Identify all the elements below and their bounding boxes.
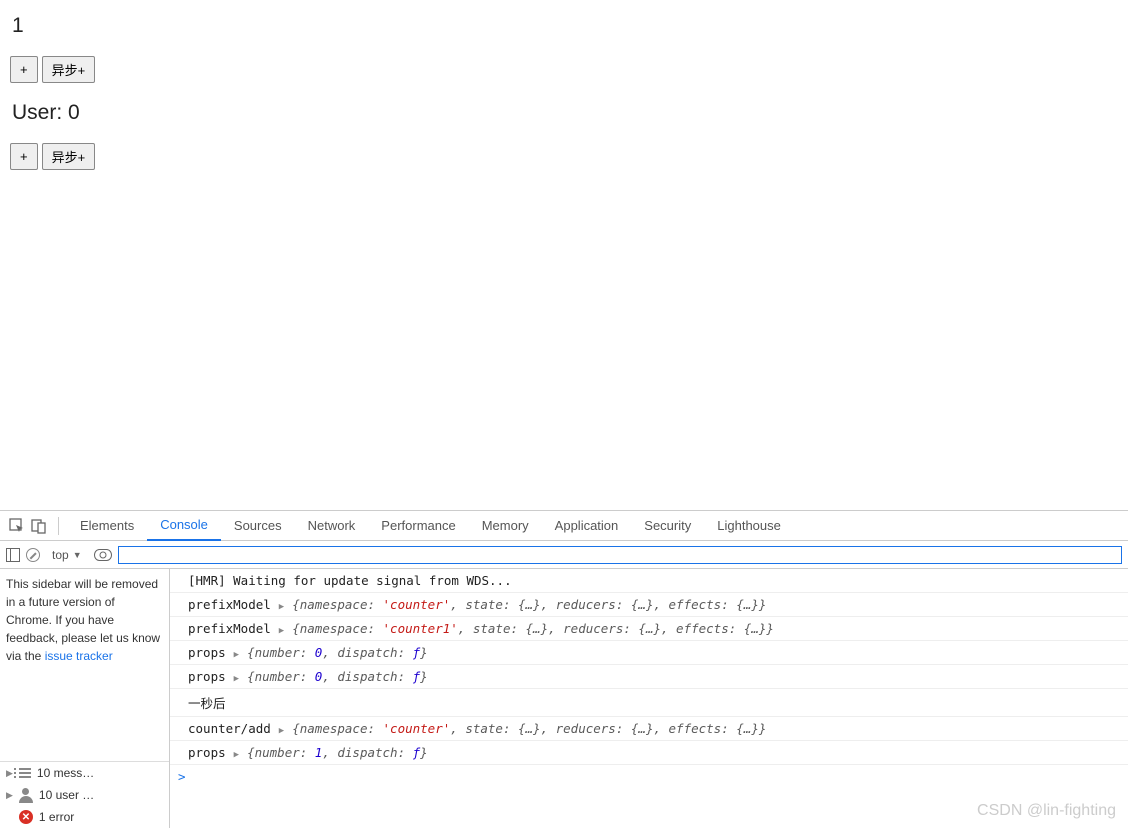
console-log-label: prefixModel — [188, 621, 271, 636]
error-icon: ✕ — [19, 810, 33, 824]
console-text: 一秒后 — [188, 693, 226, 712]
counter-buttons: + 异步+ — [10, 56, 1118, 83]
expand-icon: ▶ — [6, 768, 13, 779]
context-label: top — [52, 548, 69, 562]
user-inc-button[interactable]: + — [10, 143, 38, 170]
count-user[interactable]: ▶ 10 user … — [0, 784, 169, 806]
toggle-sidebar-icon[interactable] — [6, 548, 20, 562]
console-row[interactable]: props ▶ {number: 0, dispatch: ƒ} — [170, 641, 1128, 665]
devtools-panel: Elements Console Sources Network Perform… — [0, 510, 1128, 828]
tab-elements[interactable]: Elements — [67, 511, 147, 541]
object-preview[interactable]: {namespace: 'counter', state: {…}, reduc… — [292, 721, 766, 736]
expand-object-icon[interactable]: ▶ — [279, 726, 284, 736]
console-log-label: counter/add — [188, 721, 271, 736]
object-preview[interactable]: {namespace: 'counter', state: {…}, reduc… — [292, 597, 766, 612]
console-row[interactable]: prefixModel ▶ {namespace: 'counter1', stat… — [170, 617, 1128, 641]
console-body: This sidebar will be removed in a future… — [0, 569, 1128, 828]
count-messages[interactable]: ▶ 10 mess… — [0, 762, 169, 784]
object-preview[interactable]: {number: 0, dispatch: ƒ} — [247, 669, 428, 684]
chevron-down-icon: ▼ — [73, 550, 82, 560]
tab-console[interactable]: Console — [147, 511, 221, 541]
expand-object-icon[interactable]: ▶ — [234, 750, 239, 760]
console-row[interactable]: 一秒后 — [170, 689, 1128, 717]
counter-async-inc-button[interactable]: 异步+ — [42, 56, 96, 83]
console-text: [HMR] Waiting for update signal from WDS… — [188, 573, 512, 588]
user-async-inc-button[interactable]: 异步+ — [42, 143, 96, 170]
sidebar-notice: This sidebar will be removed in a future… — [0, 569, 169, 761]
context-selector[interactable]: top ▼ — [52, 548, 82, 562]
sidebar-counts: ▶ 10 mess… ▶ 10 user … ▶ ✕ 1 error — [0, 761, 169, 828]
user-messages-icon — [19, 788, 33, 802]
console-row[interactable]: props ▶ {number: 1, dispatch: ƒ} — [170, 741, 1128, 765]
object-preview[interactable]: {number: 1, dispatch: ƒ} — [247, 745, 428, 760]
expand-object-icon[interactable]: ▶ — [234, 650, 239, 660]
console-toolbar: top ▼ — [0, 541, 1128, 569]
counter-inc-button[interactable]: + — [10, 56, 38, 83]
devtools-tabs: Elements Console Sources Network Perform… — [0, 511, 1128, 541]
clear-console-icon[interactable] — [26, 548, 40, 562]
tab-memory[interactable]: Memory — [469, 511, 542, 541]
expand-object-icon[interactable]: ▶ — [234, 674, 239, 684]
console-filter-input[interactable] — [118, 546, 1122, 564]
tab-application[interactable]: Application — [542, 511, 632, 541]
console-sidebar: This sidebar will be removed in a future… — [0, 569, 170, 828]
messages-icon — [19, 768, 31, 778]
tab-lighthouse[interactable]: Lighthouse — [704, 511, 794, 541]
tab-performance[interactable]: Performance — [368, 511, 468, 541]
object-preview[interactable]: {number: 0, dispatch: ƒ} — [247, 645, 428, 660]
console-log-label: props — [188, 645, 226, 660]
console-output[interactable]: [HMR] Waiting for update signal from WDS… — [170, 569, 1128, 828]
console-row[interactable]: prefixModel ▶ {namespace: 'counter', state… — [170, 593, 1128, 617]
count-user-label: 10 user … — [39, 788, 94, 802]
counter-value: 1 — [12, 14, 1116, 38]
user-label-prefix: User: — [12, 101, 68, 124]
console-row[interactable]: counter/add ▶ {namespace: 'counter', state… — [170, 717, 1128, 741]
count-errors[interactable]: ▶ ✕ 1 error — [0, 806, 169, 828]
tab-network[interactable]: Network — [295, 511, 369, 541]
user-value: User: 0 — [12, 101, 1116, 125]
expand-icon: ▶ — [6, 790, 13, 801]
user-buttons: + 异步+ — [10, 143, 1118, 170]
issue-tracker-link[interactable]: issue tracker — [45, 649, 113, 663]
count-errors-label: 1 error — [39, 810, 74, 824]
live-expression-icon[interactable] — [94, 549, 112, 561]
console-log-label: props — [188, 669, 226, 684]
tab-sources[interactable]: Sources — [221, 511, 295, 541]
device-toggle-icon[interactable] — [28, 515, 50, 537]
expand-object-icon[interactable]: ▶ — [279, 626, 284, 636]
user-number: 0 — [68, 101, 80, 124]
count-messages-label: 10 mess… — [37, 766, 94, 780]
console-row[interactable]: [HMR] Waiting for update signal from WDS… — [170, 569, 1128, 593]
tab-separator — [58, 517, 59, 535]
inspect-icon[interactable] — [6, 515, 28, 537]
object-preview[interactable]: {namespace: 'counter1', state: {…}, redu… — [292, 621, 774, 636]
console-prompt[interactable]: > — [170, 765, 1128, 788]
console-log-label: props — [188, 745, 226, 760]
tab-security[interactable]: Security — [631, 511, 704, 541]
expand-object-icon[interactable]: ▶ — [279, 602, 284, 612]
console-log-label: prefixModel — [188, 597, 271, 612]
console-row[interactable]: props ▶ {number: 0, dispatch: ƒ} — [170, 665, 1128, 689]
app-viewport: 1 + 异步+ User: 0 + 异步+ — [0, 0, 1128, 510]
